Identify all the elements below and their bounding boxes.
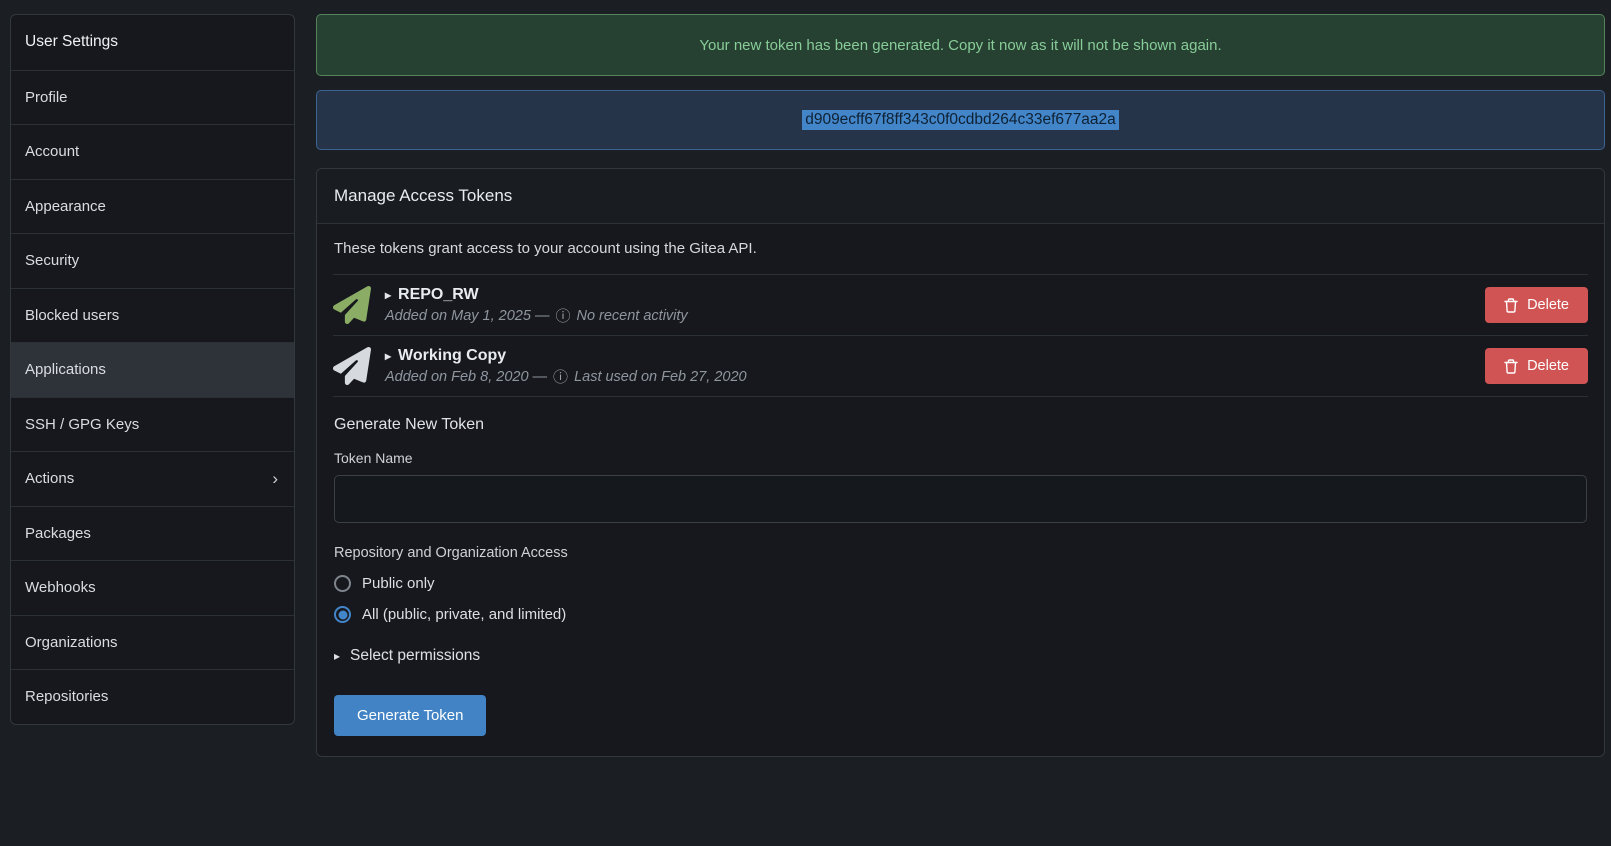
token-title[interactable]: ▸ Working Copy <box>385 347 1471 365</box>
delete-token-button[interactable]: Delete <box>1485 287 1588 323</box>
sidebar-item-account[interactable]: Account <box>11 124 294 179</box>
generate-token-button[interactable]: Generate Token <box>334 695 486 736</box>
token-activity: Last used on Feb 27, 2020 <box>574 369 747 385</box>
panel-title: Manage Access Tokens <box>317 169 1604 224</box>
token-name: Working Copy <box>398 347 506 365</box>
info-icon: ⓘ <box>553 370 568 385</box>
radio-option-public-only[interactable]: Public only <box>334 575 1587 592</box>
sidebar-item-organizations[interactable]: Organizations <box>11 615 294 670</box>
sidebar-item-profile[interactable]: Profile <box>11 70 294 125</box>
token-added-date: Added on Feb 8, 2020 — <box>385 369 547 385</box>
expand-triangle-icon[interactable]: ▸ <box>385 288 391 302</box>
token-activity: No recent activity <box>576 308 687 324</box>
sidebar-item-packages[interactable]: Packages <box>11 506 294 561</box>
sidebar-item-security[interactable]: Security <box>11 233 294 288</box>
sidebar-item-label: Organizations <box>25 634 118 651</box>
token-row: ▸ Working Copy Added on Feb 8, 2020 — ⓘ … <box>317 336 1604 396</box>
trash-icon <box>1504 298 1518 313</box>
sidebar-item-label: Webhooks <box>25 579 96 596</box>
token-info: ▸ Working Copy Added on Feb 8, 2020 — ⓘ … <box>385 347 1471 385</box>
sidebar-item-user-settings[interactable]: User Settings <box>11 15 294 70</box>
sidebar-item-ssh-gpg-keys[interactable]: SSH / GPG Keys <box>11 397 294 452</box>
sidebar-item-label: User Settings <box>25 33 118 51</box>
sidebar-item-webhooks[interactable]: Webhooks <box>11 560 294 615</box>
sidebar-item-label: SSH / GPG Keys <box>25 416 139 433</box>
token-name-label: Token Name <box>334 450 1587 466</box>
info-icon: ⓘ <box>555 309 570 324</box>
select-permissions-label: Select permissions <box>350 647 480 665</box>
main-content: Your new token has been generated. Copy … <box>316 14 1605 757</box>
sidebar-item-repositories[interactable]: Repositories <box>11 669 294 724</box>
token-info: ▸ REPO_RW Added on May 1, 2025 — ⓘ No re… <box>385 286 1471 324</box>
sidebar-item-label: Account <box>25 143 79 160</box>
token-meta: Added on May 1, 2025 — ⓘ No recent activ… <box>385 308 1471 324</box>
radio-label: Public only <box>362 575 435 592</box>
sidebar-item-blocked-users[interactable]: Blocked users <box>11 288 294 343</box>
sidebar-item-label: Profile <box>25 89 68 106</box>
select-permissions-toggle[interactable]: ▸ Select permissions <box>334 647 1587 665</box>
sidebar-item-label: Blocked users <box>25 307 119 324</box>
paper-plane-icon <box>333 347 371 385</box>
success-banner: Your new token has been generated. Copy … <box>316 14 1605 76</box>
sidebar-item-label: Appearance <box>25 198 106 215</box>
access-tokens-panel: Manage Access Tokens These tokens grant … <box>316 168 1605 757</box>
success-message: Your new token has been generated. Copy … <box>699 37 1221 54</box>
token-name-input[interactable] <box>334 475 1587 523</box>
radio-label: All (public, private, and limited) <box>362 606 566 623</box>
delete-button-label: Delete <box>1527 358 1569 374</box>
token-meta: Added on Feb 8, 2020 — ⓘ Last used on Fe… <box>385 369 1471 385</box>
sidebar-item-label: Applications <box>25 361 106 378</box>
chevron-right-icon: › <box>272 470 278 487</box>
token-added-date: Added on May 1, 2025 — <box>385 308 549 324</box>
sidebar-item-label: Packages <box>25 525 91 542</box>
sidebar-item-label: Security <box>25 252 79 269</box>
sidebar-item-actions[interactable]: Actions › <box>11 451 294 506</box>
radio-checked-icon[interactable] <box>334 606 351 623</box>
expand-triangle-icon[interactable]: ▸ <box>385 349 391 363</box>
delete-token-button[interactable]: Delete <box>1485 348 1588 384</box>
new-token-box[interactable]: d909ecff67f8ff343c0f0cdbd264c33ef677aa2a <box>316 90 1605 150</box>
paper-plane-icon <box>333 286 371 324</box>
generate-token-form: Token Name Repository and Organization A… <box>317 438 1604 756</box>
token-title[interactable]: ▸ REPO_RW <box>385 286 1471 304</box>
access-scope-label: Repository and Organization Access <box>334 545 1587 561</box>
expand-triangle-icon: ▸ <box>334 649 340 663</box>
sidebar-item-appearance[interactable]: Appearance <box>11 179 294 234</box>
radio-option-all[interactable]: All (public, private, and limited) <box>334 606 1587 623</box>
radio-icon[interactable] <box>334 575 351 592</box>
token-row: ▸ REPO_RW Added on May 1, 2025 — ⓘ No re… <box>317 275 1604 335</box>
token-name: REPO_RW <box>398 286 479 304</box>
delete-button-label: Delete <box>1527 297 1569 313</box>
generate-section-heading: Generate New Token <box>317 397 1604 438</box>
sidebar-item-label: Repositories <box>25 688 108 705</box>
trash-icon <box>1504 359 1518 374</box>
sidebar-item-applications[interactable]: Applications <box>11 342 294 397</box>
settings-sidebar: User Settings Profile Account Appearance… <box>10 14 295 725</box>
panel-description: These tokens grant access to your accoun… <box>317 224 1604 274</box>
sidebar-item-label: Actions <box>25 470 74 487</box>
new-token-value[interactable]: d909ecff67f8ff343c0f0cdbd264c33ef677aa2a <box>802 110 1119 130</box>
